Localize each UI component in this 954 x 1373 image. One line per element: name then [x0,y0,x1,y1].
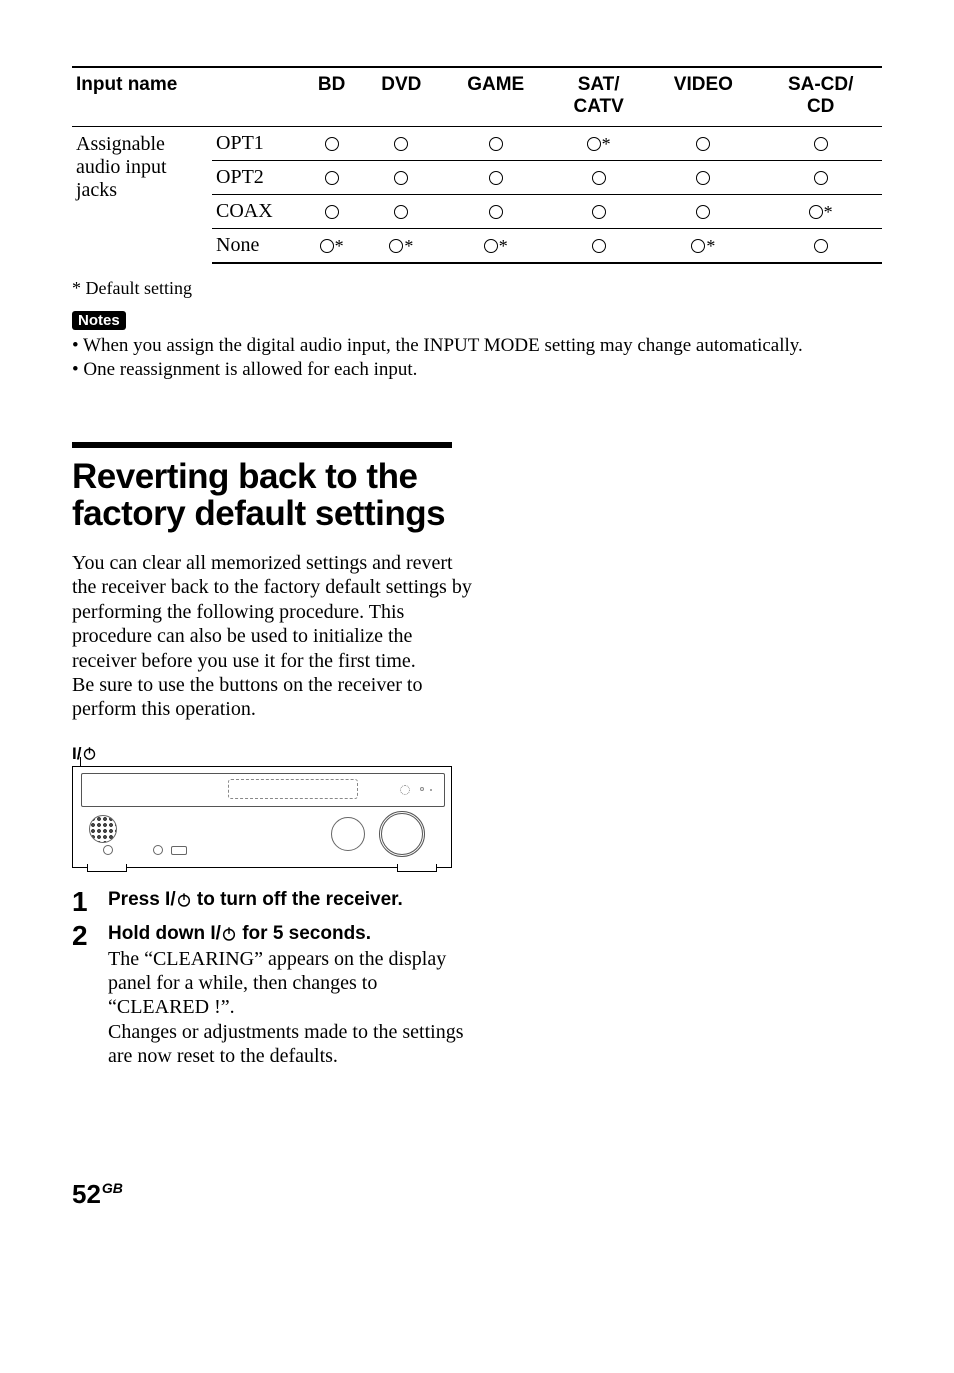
table-cell [550,161,647,195]
table-cell: * [442,229,550,264]
receiver-illustration [72,766,452,868]
table-row: Assignable audio input jacksOPT1* [72,127,882,161]
note-item: • One reassignment is allowed for each i… [72,358,882,382]
input-assignment-table: Input name BD DVD GAME SAT/ CATV VIDEO S… [72,66,882,264]
row-label: COAX [212,195,302,229]
notes-badge: Notes [72,311,126,330]
th-input-name: Input name [72,67,212,127]
notes-list: • When you assign the digital audio inpu… [72,334,882,382]
step-item: 1 Press I/ to turn off the receiver. [72,888,482,916]
table-cell [302,161,361,195]
section-rule [72,442,452,448]
step-number: 1 [72,888,94,916]
table-cell: * [647,229,759,264]
row-label: None [212,229,302,264]
step-heading: Press I/ to turn off the receiver. [108,888,482,912]
default-setting-footnote: * Default setting [72,278,882,299]
table-cell [442,161,550,195]
power-icon [221,926,237,942]
table-cell [550,229,647,264]
table-cell [647,161,759,195]
th-sat-catv: SAT/ CATV [550,67,647,127]
table-cell [361,127,441,161]
step-body: The “CLEARING” appears on the display pa… [108,947,482,1069]
step-heading: Hold down I/ for 5 seconds. [108,922,482,946]
th-game: GAME [442,67,550,127]
th-video: VIDEO [647,67,759,127]
row-label: OPT1 [212,127,302,161]
steps-list: 1 Press I/ to turn off the receiver. 2 Hold… [72,888,482,1069]
page-number: 52GB [72,1179,882,1210]
table-cell: * [361,229,441,264]
step-item: 2 Hold down I/ for 5 seconds.The “CLEARIN… [72,922,482,1069]
table-cell: * [759,195,882,229]
table-cell [550,195,647,229]
th-sacd-cd: SA-CD/ CD [759,67,882,127]
table-cell [647,195,759,229]
table-cell: * [302,229,361,264]
power-icon [176,892,192,908]
section-title: Reverting back to the factory default se… [72,458,492,534]
note-item: • When you assign the digital audio inpu… [72,334,882,358]
step-number: 2 [72,922,94,1069]
table-cell [361,195,441,229]
table-cell [759,127,882,161]
table-cell [302,127,361,161]
table-cell [442,127,550,161]
th-bd: BD [302,67,361,127]
power-icon [82,746,97,761]
row-label: OPT2 [212,161,302,195]
table-cell [442,195,550,229]
table-cell [361,161,441,195]
power-button-label: I/ [72,744,882,764]
table-cell [302,195,361,229]
th-dvd: DVD [361,67,441,127]
table-cell: * [550,127,647,161]
table-cell [647,127,759,161]
th-blank [212,67,302,127]
table-cell [759,161,882,195]
row-group-label: Assignable audio input jacks [72,127,212,264]
table-cell [759,229,882,264]
intro-paragraph: You can clear all memorized settings and… [72,551,472,722]
